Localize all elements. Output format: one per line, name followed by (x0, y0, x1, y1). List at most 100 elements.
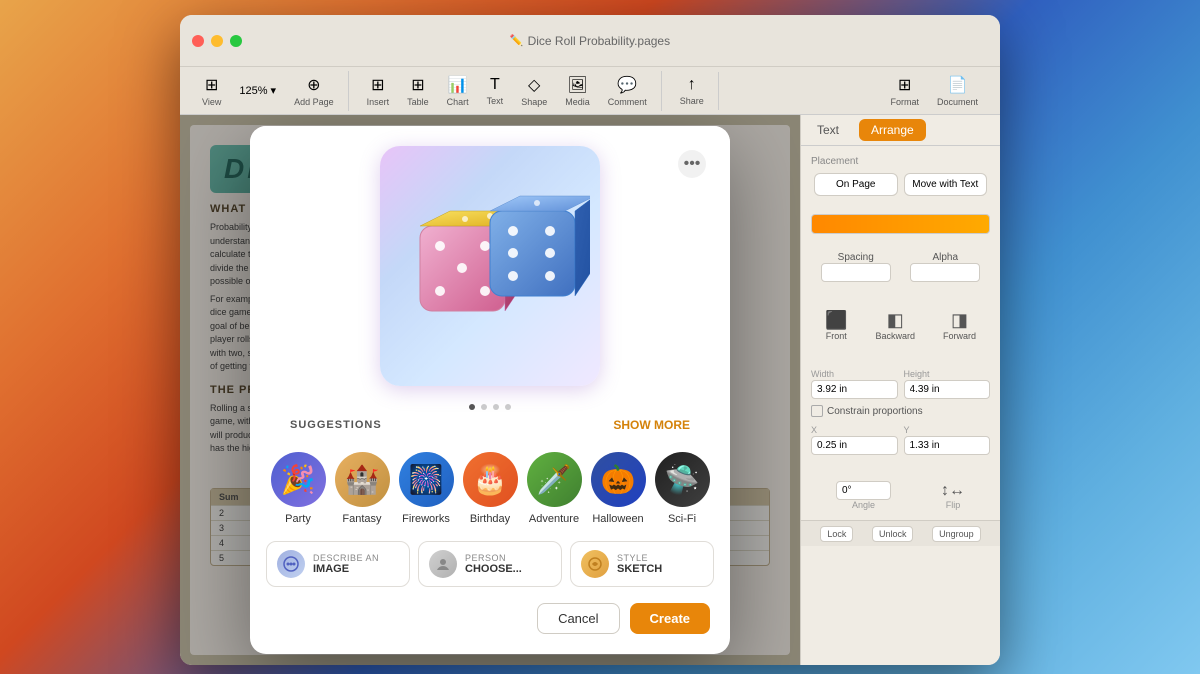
toolbar: ⊞ View 125% ▾ ⊕ Add Page ⊞ Insert ⊞ Tabl… (180, 67, 1000, 115)
toolbar-group-view: ⊞ View 125% ▾ ⊕ Add Page (188, 71, 349, 111)
document-icon: 📄 (948, 75, 968, 95)
backward-label[interactable]: Backward (875, 331, 915, 341)
x-input[interactable] (811, 436, 898, 455)
arrange-section: ⬛ Front ◧ Backward ◨ Forward (801, 300, 1000, 359)
more-options-button[interactable]: ••• (678, 150, 706, 178)
shape-icon: ◇ (528, 75, 540, 95)
forward-label[interactable]: Forward (943, 331, 976, 341)
suggestion-adventure[interactable]: 🗡️ Adventure (527, 452, 582, 525)
right-panel: Text Arrange Placement On Page Move with… (800, 115, 1000, 665)
unlock-button[interactable]: Unlock (872, 526, 914, 542)
traffic-lights (192, 35, 242, 47)
style-icon (581, 550, 609, 578)
height-input[interactable] (904, 380, 991, 399)
alpha-field: Alpha (910, 252, 980, 282)
text-label: Text (487, 96, 504, 106)
window-title-text: Dice Roll Probability.pages (528, 34, 671, 48)
comment-button[interactable]: 💬 Comment (600, 71, 655, 111)
create-button[interactable]: Create (630, 603, 710, 634)
zoom-icon: 125% ▾ (239, 84, 276, 97)
color-picker-area (801, 214, 1000, 242)
image-generation-modal: ••• (250, 126, 730, 654)
media-label: Media (565, 97, 590, 107)
flip-label: Flip (941, 500, 965, 510)
angle-input[interactable] (836, 481, 891, 500)
x-field: X (811, 425, 898, 455)
format-label: Format (890, 97, 919, 107)
maximize-button[interactable] (230, 35, 242, 47)
ungroup-button[interactable]: Ungroup (932, 526, 981, 542)
insert-button[interactable]: ⊞ Insert (359, 71, 398, 111)
text-tool-icon: T (490, 76, 500, 94)
suggestion-fantasy[interactable]: 🏰 Fantasy (335, 452, 390, 525)
view-button[interactable]: ⊞ View (194, 71, 229, 111)
alpha-input[interactable] (910, 263, 980, 282)
tab-text[interactable]: Text (801, 115, 855, 145)
zoom-button[interactable]: 125% ▾ (231, 80, 284, 101)
move-with-text-button[interactable]: Move with Text (904, 173, 988, 196)
width-field: Width (811, 369, 898, 399)
suggestion-birthday[interactable]: 🎂 Birthday (463, 452, 518, 525)
describe-image-option[interactable]: DESCRIBE AN IMAGE (266, 541, 410, 587)
chart-button[interactable]: 📊 Chart (439, 71, 477, 111)
tab-arrange[interactable]: Arrange (859, 119, 926, 141)
suggestion-fireworks[interactable]: 🎆 Fireworks (399, 452, 454, 525)
table-button[interactable]: ⊞ Table (399, 71, 437, 111)
show-more-link[interactable]: SHOW MORE (593, 418, 710, 442)
spacing-label: Spacing (821, 252, 891, 263)
dot-4[interactable] (505, 404, 511, 410)
document-label: Document (937, 97, 978, 107)
person-choose-option[interactable]: PERSON CHOOSE... (418, 541, 562, 587)
on-page-button[interactable]: On Page (814, 173, 898, 196)
describe-image-small: DESCRIBE AN (313, 553, 379, 563)
placement-section: Placement On Page Move with Text (801, 146, 1000, 214)
close-button[interactable] (192, 35, 204, 47)
describe-image-text: DESCRIBE AN IMAGE (313, 553, 379, 575)
height-field: Height (904, 369, 991, 399)
suggestions-title: SUGGESTIONS (270, 419, 402, 441)
toolbar-group-share: ↑ Share (666, 72, 719, 110)
format-button[interactable]: ⊞ Format (882, 71, 927, 111)
flip-field: ↕↔ Flip (941, 482, 965, 510)
lock-button[interactable]: Lock (820, 526, 853, 542)
constrain-label: Constrain proportions (827, 406, 923, 417)
modal-footer: Cancel Create (250, 603, 730, 634)
comment-icon: 💬 (617, 75, 637, 95)
add-page-button[interactable]: ⊕ Add Page (286, 71, 342, 111)
flip-buttons[interactable]: ↕↔ (941, 482, 965, 500)
document-button[interactable]: 📄 Document (929, 71, 986, 111)
format-icon: ⊞ (898, 75, 911, 95)
y-field: Y (904, 425, 991, 455)
describe-image-icon (277, 550, 305, 578)
suggestion-party[interactable]: 🎉 Party (271, 452, 326, 525)
dot-1[interactable] (469, 404, 475, 410)
chart-icon: 📊 (448, 75, 468, 95)
width-input[interactable] (811, 380, 898, 399)
halloween-icon: 🎃 (591, 452, 646, 507)
adventure-label: Adventure (529, 513, 579, 525)
panel-tabs: Text Arrange (801, 115, 1000, 146)
text-button[interactable]: T Text (479, 72, 512, 110)
constrain-checkbox[interactable] (811, 405, 823, 417)
placement-title: Placement (811, 156, 990, 167)
suggestions-grid: 🎉 Party 🏰 Fantasy 🎆 Fireworks 🎂 (250, 452, 730, 541)
cancel-button[interactable]: Cancel (537, 603, 619, 634)
minimize-button[interactable] (211, 35, 223, 47)
suggestion-scifi[interactable]: 🛸 Sci-Fi (655, 452, 710, 525)
share-button[interactable]: ↑ Share (672, 72, 712, 110)
dot-3[interactable] (493, 404, 499, 410)
y-input[interactable] (904, 436, 991, 455)
spacing-field: Spacing (821, 252, 891, 282)
media-icon: 🖼 (567, 75, 587, 95)
suggestion-halloween[interactable]: 🎃 Halloween (591, 452, 646, 525)
table-icon: ⊞ (411, 75, 424, 95)
style-sketch-option[interactable]: STYLE SKETCH (570, 541, 714, 587)
xy-row: X Y (811, 425, 990, 455)
spacing-input[interactable] (821, 263, 891, 282)
dot-2[interactable] (481, 404, 487, 410)
shape-button[interactable]: ◇ Shape (513, 71, 555, 111)
style-main: SKETCH (617, 563, 662, 575)
fantasy-label: Fantasy (342, 513, 381, 525)
front-label[interactable]: Front (825, 331, 847, 341)
media-button[interactable]: 🖼 Media (557, 71, 598, 111)
